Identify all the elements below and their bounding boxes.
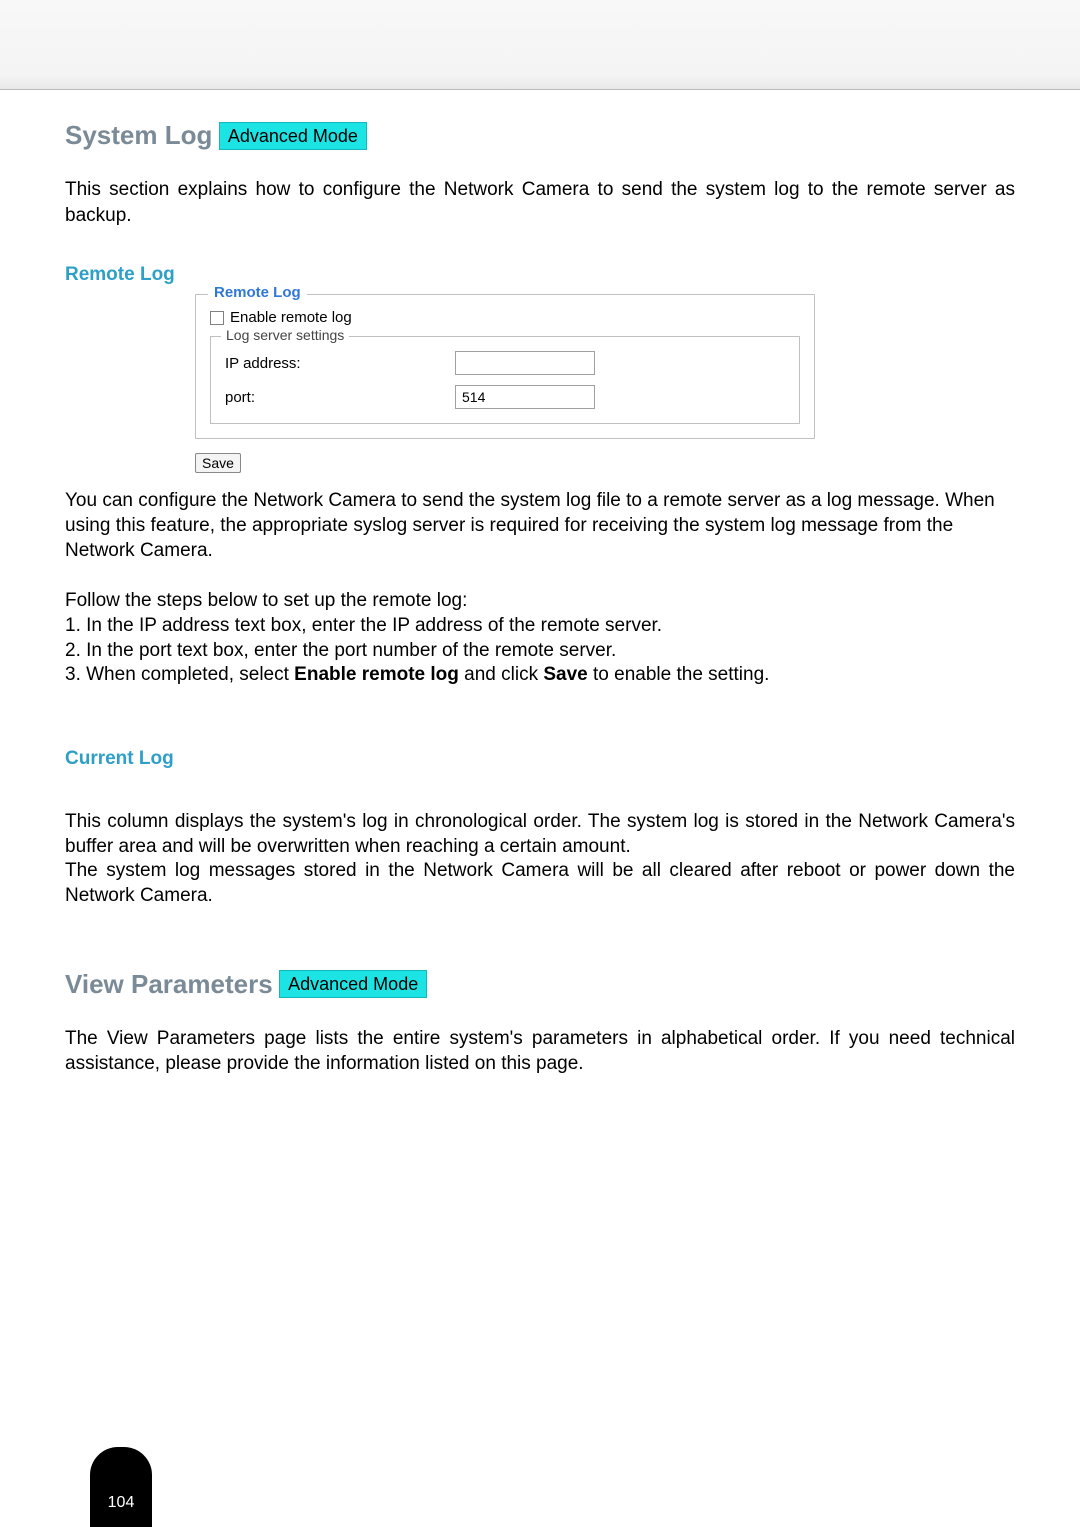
port-row: port: <box>225 385 785 409</box>
ip-address-row: IP address: <box>225 351 785 375</box>
remote-log-description: You can configure the Network Camera to … <box>65 489 1015 563</box>
enable-remote-log-checkbox[interactable] <box>210 311 224 325</box>
system-log-title: System Log <box>65 120 212 151</box>
remote-log-form-panel: Remote Log Enable remote log Log server … <box>195 294 815 473</box>
view-parameters-title: View Parameters <box>65 969 273 1000</box>
step3-suffix: to enable the setting. <box>588 664 770 685</box>
save-button[interactable]: Save <box>195 453 241 473</box>
current-log-heading: Current Log <box>65 748 1015 770</box>
document-header-band <box>0 0 1080 90</box>
advanced-mode-badge-2: Advanced Mode <box>279 970 427 998</box>
enable-remote-log-row: Enable remote log <box>210 309 800 326</box>
log-server-settings-fieldset: Log server settings IP address: port: <box>210 336 800 424</box>
remote-log-step-1: 1. In the IP address text box, enter the… <box>65 614 1015 639</box>
remote-log-heading: Remote Log <box>65 264 1015 286</box>
step3-strong2: Save <box>543 664 587 685</box>
page-number: 104 <box>108 1494 135 1512</box>
system-log-intro: This section explains how to configure t… <box>65 177 1015 228</box>
view-parameters-intro: The View Parameters page lists the entir… <box>65 1026 1015 1077</box>
step3-strong1: Enable remote log <box>294 664 459 685</box>
step3-prefix: 3. When completed, select <box>65 664 294 685</box>
system-log-heading-row: System Log Advanced Mode <box>65 120 1015 151</box>
remote-log-steps-intro: Follow the steps below to set up the rem… <box>65 589 1015 614</box>
remote-log-fieldset: Remote Log Enable remote log Log server … <box>195 294 815 439</box>
advanced-mode-badge: Advanced Mode <box>219 122 367 150</box>
step3-mid: and click <box>459 664 543 685</box>
enable-remote-log-label: Enable remote log <box>230 309 352 326</box>
remote-log-fieldset-legend: Remote Log <box>208 284 307 301</box>
ip-address-label: IP address: <box>225 355 455 372</box>
page-number-tab: 104 <box>90 1447 152 1527</box>
remote-log-step-3: 3. When completed, select Enable remote … <box>65 663 1015 688</box>
log-server-settings-legend: Log server settings <box>221 327 349 343</box>
port-label: port: <box>225 389 455 406</box>
current-log-p1: This column displays the system's log in… <box>65 810 1015 859</box>
remote-log-step-2: 2. In the port text box, enter the port … <box>65 639 1015 664</box>
ip-address-input[interactable] <box>455 351 595 375</box>
document-content: System Log Advanced Mode This section ex… <box>0 90 1080 1077</box>
port-input[interactable] <box>455 385 595 409</box>
current-log-p2: The system log messages stored in the Ne… <box>65 859 1015 908</box>
view-parameters-heading-row: View Parameters Advanced Mode <box>65 969 1015 1000</box>
